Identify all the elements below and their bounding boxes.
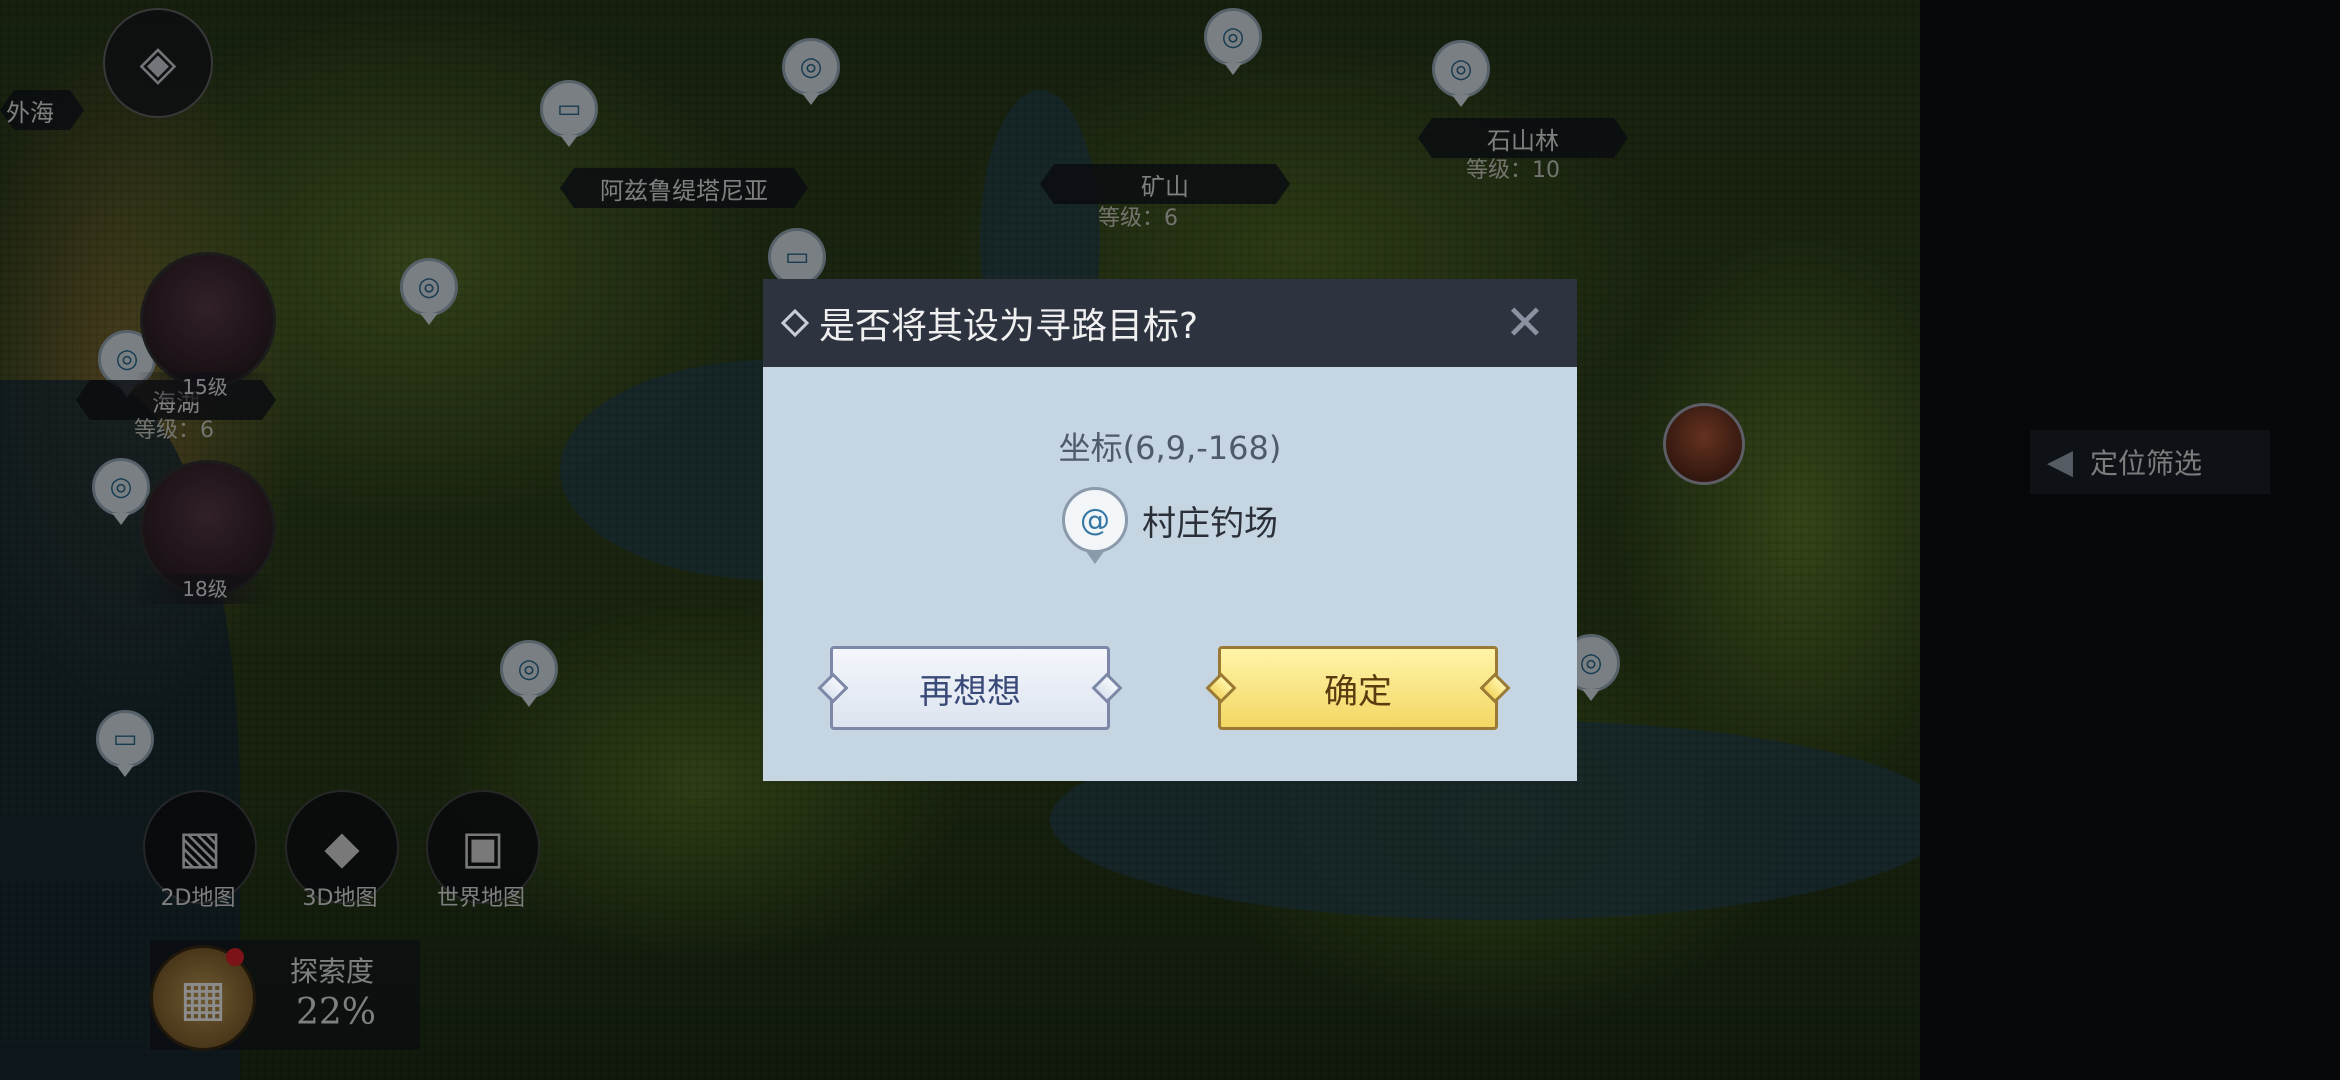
- fishing-spot-icon: @: [1062, 487, 1128, 553]
- target-name: 村庄钓场: [1142, 503, 1278, 544]
- cancel-button-label: 再想想: [919, 671, 1021, 712]
- confirm-button-label: 确定: [1324, 671, 1392, 712]
- diamond-icon: [780, 308, 810, 338]
- cancel-button[interactable]: 再想想: [830, 646, 1110, 730]
- target-row: @ 村庄钓场: [763, 487, 1577, 553]
- confirm-button[interactable]: 确定: [1218, 646, 1498, 730]
- dialog-title: 是否将其设为寻路目标?: [819, 306, 1199, 347]
- close-icon[interactable]: ✕: [1495, 293, 1555, 353]
- dialog-header: 是否将其设为寻路目标? ✕: [763, 279, 1577, 367]
- coordinates-text: 坐标(6,9,-168): [1058, 429, 1282, 467]
